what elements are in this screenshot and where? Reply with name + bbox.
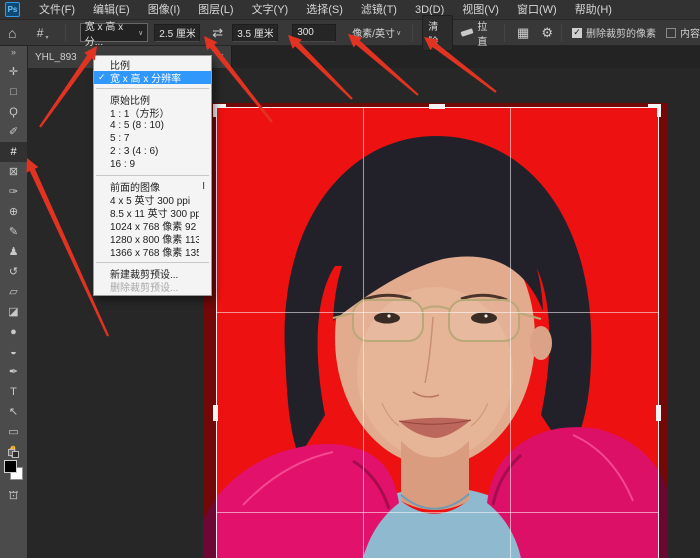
preset-menu-item-1-1-square[interactable]: 1 : 1（方形） — [94, 106, 211, 119]
tool-preset-caret-icon: ▾ — [45, 34, 48, 41]
checkbox-checked-icon[interactable]: ✓ — [572, 28, 582, 38]
tool-file[interactable]: 文件(F) — [30, 0, 84, 20]
crop-preset-label: 宽 x 高 x 分... — [85, 18, 138, 48]
tool-image[interactable]: 图像(I) — [139, 0, 189, 20]
checkmark-icon: ✓ — [98, 72, 110, 83]
preset-menu-item-delete-crop-preset[interactable]: 删除裁剪预设... — [94, 280, 211, 293]
tool-help[interactable]: 帮助(H) — [566, 0, 621, 20]
tool-brush[interactable]: ✎ — [0, 222, 27, 242]
separator — [561, 24, 562, 42]
crop-edge-left[interactable] — [216, 107, 217, 558]
photoshop-logo: Ps — [5, 2, 20, 17]
tool-clone-stamp[interactable]: ♟ — [0, 242, 27, 262]
preset-menu-item[interactable] — [96, 175, 209, 176]
tool-type[interactable]: T — [0, 382, 27, 402]
tool-gradient[interactable]: ◪ — [0, 302, 27, 322]
separator — [412, 24, 413, 42]
crop-handle-top-center[interactable] — [429, 104, 445, 109]
delete-cropped-pixels-option[interactable]: ✓ 删除裁剪的像素 — [572, 25, 656, 40]
preset-menu-item-4-5[interactable]: 4 : 5 (8 : 10) — [94, 119, 211, 132]
crop-handle-top-right[interactable] — [648, 104, 661, 117]
content-aware-option[interactable]: 内容 — [666, 25, 700, 40]
straighten-icon — [461, 28, 474, 37]
preset-menu-item-w-h-resolution[interactable]: ✓ 宽 x 高 x 分辨率 — [94, 71, 211, 84]
tool-filter[interactable]: 滤镜(T) — [352, 0, 406, 20]
resolution-unit-dropdown[interactable]: 像素/英寸 ∨ — [349, 23, 404, 42]
screen-mode-icon[interactable]: ⊡ — [0, 489, 27, 502]
options-bar: ⌂ # ▾ 宽 x 高 x 分... ∨ ⇄ 像素/英寸 ∨ 清除 拉直 ▦ ⚙… — [0, 20, 700, 46]
tool-frame[interactable]: ⊠ — [0, 162, 27, 182]
portrait-photo — [203, 103, 668, 558]
resolution-unit-label: 像素/英寸 — [352, 25, 395, 40]
color-swatches[interactable] — [0, 459, 27, 485]
delete-cropped-pixels-label: 删除裁剪的像素 — [586, 25, 656, 40]
tool-quick-selection[interactable]: ✐ — [0, 122, 27, 142]
crop-width-input[interactable] — [154, 24, 200, 42]
straighten-label: 拉直 — [477, 18, 496, 48]
grid-line-vertical — [363, 107, 364, 558]
crop-handle-right-middle[interactable] — [656, 405, 661, 421]
tool-shape[interactable]: ▭ — [0, 422, 27, 442]
crop-shield-right — [658, 103, 668, 558]
tool-select[interactable]: 选择(S) — [297, 0, 352, 20]
crop-handle-left-middle[interactable] — [213, 405, 218, 421]
tool-crop[interactable]: # — [0, 142, 27, 162]
tools-panel: » ✛ □ Ϙ ✐ # — [0, 46, 27, 558]
crop-handle-top-left[interactable] — [213, 104, 226, 117]
tool-eraser[interactable]: ▱ — [0, 282, 27, 302]
preset-menu-item[interactable] — [96, 262, 209, 263]
overlay-grid-icon[interactable]: ▦ — [517, 25, 529, 41]
tool-lasso[interactable]: Ϙ — [0, 102, 27, 122]
tool-window[interactable]: 窗口(W) — [508, 0, 566, 20]
home-icon[interactable]: ⌂ — [8, 25, 16, 41]
separator — [65, 24, 66, 42]
close-tab-icon[interactable]: × — [218, 51, 224, 63]
tool-history-brush[interactable]: ↺ — [0, 262, 27, 282]
tool-healing-brush[interactable]: ⊕ — [0, 202, 27, 222]
preset-menu-item-16-9[interactable]: 16 : 9 — [94, 158, 211, 171]
crop-resolution-input[interactable] — [292, 24, 336, 42]
preset-menu-item-1366x768[interactable]: 1366 x 768 像素 135 ppi — [94, 245, 211, 258]
crop-edge-right[interactable] — [658, 107, 659, 558]
mask-mode-icon[interactable] — [0, 445, 27, 459]
collapse-panel-icon[interactable]: » — [0, 46, 27, 60]
tool-blur[interactable]: ● — [0, 322, 27, 342]
crop-height-input[interactable] — [232, 24, 278, 42]
document-tab-title: YHL_893 — [35, 52, 77, 63]
chevron-down-icon: ∨ — [138, 29, 143, 37]
foreground-color-swatch[interactable] — [4, 460, 17, 473]
grid-line-vertical — [510, 107, 511, 558]
checkbox-unchecked-icon[interactable] — [666, 28, 676, 38]
tool-pen[interactable]: ✒ — [0, 362, 27, 382]
crop-preset-menu: 比例 ✓ 宽 x 高 x 分辨率 原始比例 — [93, 55, 212, 296]
photoshop-window: Ps 文件(F) 编辑(E) 图像(I) 图层(L) 文字(Y) 选择(S) 滤… — [0, 0, 700, 558]
preset-menu-item[interactable] — [96, 88, 209, 89]
swap-dimensions-icon[interactable]: ⇄ — [212, 25, 223, 41]
tool-type[interactable]: 文字(Y) — [243, 0, 298, 20]
preset-menu-item-5-7[interactable]: 5 : 7 — [94, 132, 211, 145]
tool-move[interactable]: ✛ — [0, 62, 27, 82]
tool-marquee[interactable]: □ — [0, 82, 27, 102]
crop-icon: # — [37, 26, 44, 40]
gear-icon[interactable]: ⚙ — [541, 25, 553, 41]
tool-dodge[interactable]: ◒ — [0, 342, 27, 362]
grid-line-horizontal — [216, 312, 658, 313]
chevron-down-icon: ∨ — [396, 29, 401, 37]
crop-preset-dropdown[interactable]: 宽 x 高 x 分... ∨ — [80, 23, 149, 42]
grid-line-horizontal — [216, 512, 658, 513]
tool-eyedropper[interactable]: ✑ — [0, 182, 27, 202]
clear-button[interactable]: 清除 — [422, 15, 453, 51]
straighten-button[interactable]: 拉直 — [461, 18, 496, 48]
tool-layer[interactable]: 图层(L) — [189, 0, 242, 20]
crop-tool-badge[interactable]: # ▾ — [28, 23, 56, 43]
separator — [504, 24, 505, 42]
content-aware-label: 内容 — [680, 25, 700, 40]
tool-path-selection[interactable]: ↖ — [0, 402, 27, 422]
preset-menu-item-2-3[interactable]: 2 : 3 (4 : 6) — [94, 145, 211, 158]
